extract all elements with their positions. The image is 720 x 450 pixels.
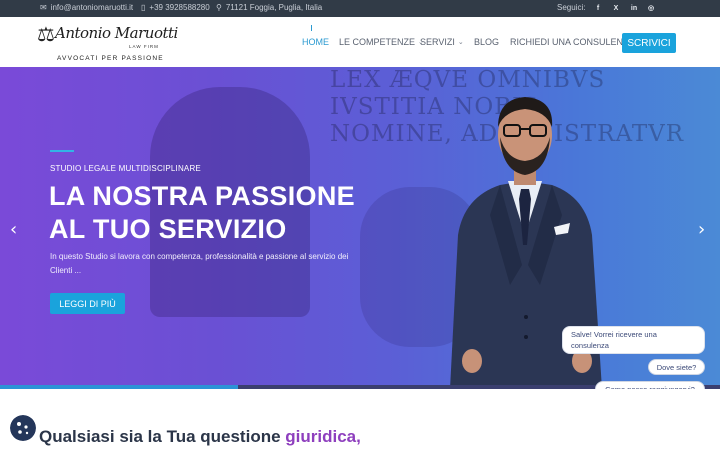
active-nav-marker xyxy=(311,25,312,31)
facebook-icon[interactable]: f xyxy=(592,2,604,14)
nav-item-home[interactable]: HOME xyxy=(302,37,329,47)
phone-icon: ▯ xyxy=(141,3,146,12)
nav-label: HOME xyxy=(302,37,329,47)
hero-kicker: STUDIO LEGALE MULTIDISCIPLINARE xyxy=(50,164,201,173)
headline-text: Qualsiasi sia la Tua questione xyxy=(39,427,281,446)
logo-tagline: AVVOCATI PER PASSIONE xyxy=(57,55,164,62)
x-twitter-icon[interactable]: X xyxy=(610,2,622,14)
scales-of-justice-icon: ⚖ xyxy=(37,22,55,46)
phone-link[interactable]: ▯ +39 3928588280 xyxy=(141,3,210,12)
hero-title: LA NOSTRA PASSIONE AL TUO SERVIZIO xyxy=(49,181,355,244)
nav-item-servizi[interactable]: SERVIZI ⌄ xyxy=(420,37,464,47)
envelope-icon: ✉ xyxy=(40,3,47,12)
linkedin-icon[interactable]: in xyxy=(628,2,640,14)
cookie-icon[interactable] xyxy=(10,415,36,441)
section-headline: Qualsiasi sia la Tua questione giuridica… xyxy=(39,427,361,447)
top-contact-bar: ✉ info@antoniomaruotti.it ▯ +39 39285882… xyxy=(0,0,720,17)
nav-label: LE COMPETENZE xyxy=(339,37,416,47)
address-text: 71121 Foggia, Puglia, Italia xyxy=(225,3,323,12)
kicker-accent-line xyxy=(50,150,74,152)
follow-label: Seguici: xyxy=(557,3,586,12)
nav-item-blog[interactable]: BLOG xyxy=(474,37,499,47)
headline-accent: giuridica, xyxy=(285,427,361,446)
phone-text: +39 3928588280 xyxy=(149,3,210,12)
slider-next-arrow[interactable]: › xyxy=(698,219,705,240)
location-pin-icon: ⚲ xyxy=(216,3,222,12)
nav-label: SERVIZI xyxy=(420,37,455,47)
chat-message-bubble[interactable]: Salve! Vorrei ricevere una consulenza xyxy=(562,326,705,354)
email-link[interactable]: ✉ info@antoniomaruotti.it xyxy=(40,3,133,12)
instagram-icon[interactable]: ◎ xyxy=(645,2,657,14)
nav-item-competenze[interactable]: LE COMPETENZE ⌄ xyxy=(339,37,424,47)
quick-reply-dove-siete[interactable]: Dove siete? xyxy=(648,359,705,375)
logo-name: Antonio Maruotti xyxy=(55,24,178,42)
read-more-button[interactable]: LEGGI DI PIÙ xyxy=(50,293,125,314)
nav-label: RICHIEDI UNA CONSULENZA xyxy=(510,37,635,47)
logo[interactable]: ⚖ Antonio Maruotti LAW FIRM AVVOCATI PER… xyxy=(37,19,178,65)
nav-label: BLOG xyxy=(474,37,500,47)
chevron-down-icon: ⌄ xyxy=(457,39,464,46)
email-text: info@antoniomaruotti.it xyxy=(50,3,134,12)
hero-description: In questo Studio si lavora con competenz… xyxy=(50,252,349,275)
site-header: ⚖ Antonio Maruotti LAW FIRM AVVOCATI PER… xyxy=(0,17,720,67)
address-text-group: ⚲ 71121 Foggia, Puglia, Italia xyxy=(216,3,322,12)
slider-prev-arrow[interactable]: ‹ xyxy=(10,219,17,240)
scrivici-button[interactable]: SCRIVICI xyxy=(622,33,676,53)
nav-item-consulenza[interactable]: RICHIEDI UNA CONSULENZA xyxy=(510,37,635,47)
logo-subtitle: LAW FIRM xyxy=(129,44,159,49)
